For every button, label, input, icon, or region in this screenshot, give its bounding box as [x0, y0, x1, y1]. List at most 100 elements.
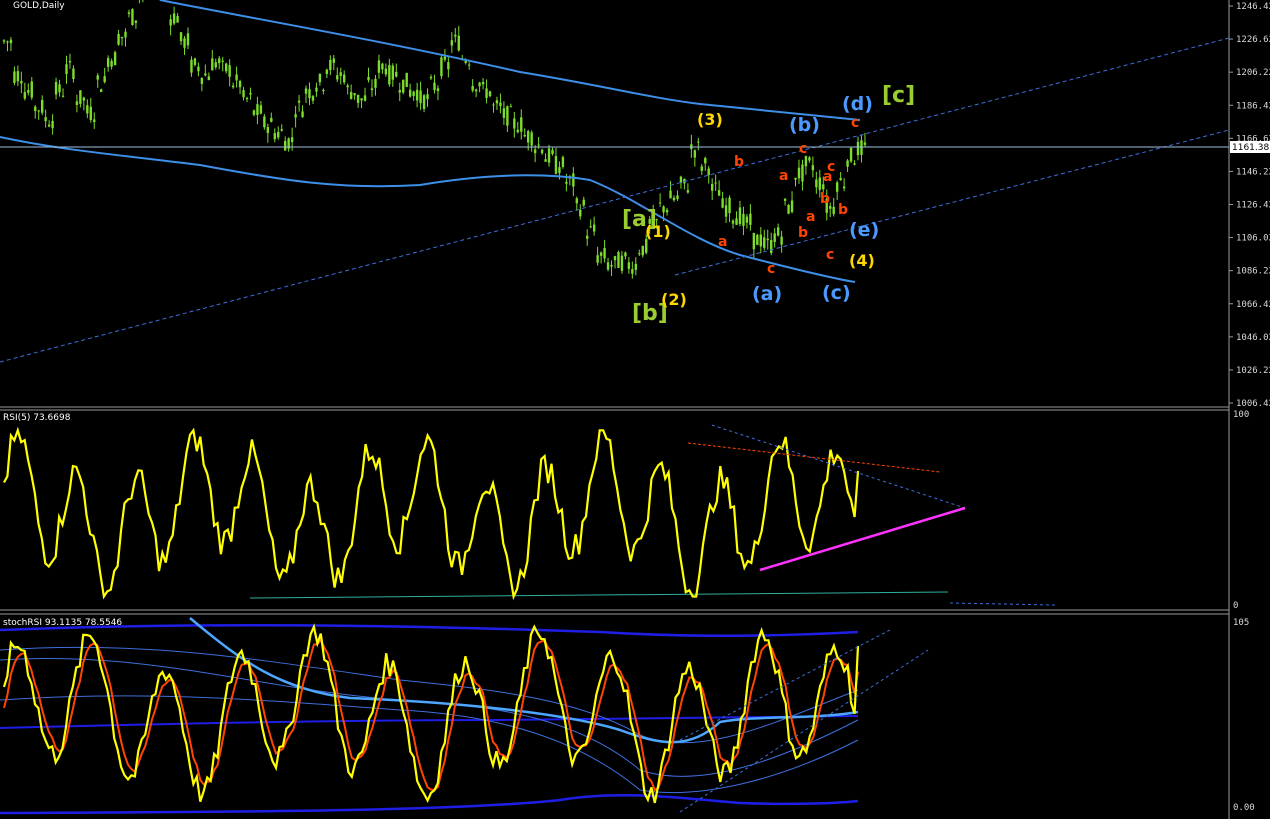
candle-body [27, 90, 30, 93]
candle-body [58, 84, 61, 93]
candle-body [398, 90, 401, 93]
candle-body [86, 105, 89, 114]
candle-body [228, 65, 231, 77]
candle-body [672, 197, 676, 201]
candle-body [197, 66, 200, 72]
elliott-wave-labels: [a][b][c](1)(2)(3)(4)(a)(b)(c)(d)(e)abcc… [622, 83, 915, 326]
candle-body [186, 33, 190, 46]
candle-body [540, 149, 544, 154]
candle-body [294, 114, 297, 118]
candle-body [106, 58, 110, 67]
candle-body [405, 72, 408, 87]
candle-body [450, 40, 454, 46]
candle-body [13, 71, 16, 83]
candle-body [620, 255, 624, 271]
candle-body [290, 137, 294, 143]
candle-body [499, 102, 502, 107]
candle-body [787, 204, 790, 214]
wave-label: c [799, 141, 807, 157]
candle-body [89, 106, 92, 121]
candle-body [308, 89, 311, 99]
candle-body [547, 148, 551, 163]
wave-label: c [851, 115, 859, 131]
price-tick-label: 1046.02 [1236, 333, 1270, 343]
candle-body [65, 64, 68, 75]
candle-body [742, 213, 745, 227]
wave-label: [c] [882, 83, 915, 108]
candle-body [735, 218, 738, 225]
stoch-tick-105: 105 [1233, 618, 1249, 628]
candle-body [23, 92, 27, 99]
candle-body [51, 120, 54, 129]
candle-body [530, 132, 533, 146]
candle-body [127, 12, 131, 14]
candle-body [794, 177, 797, 180]
candle-body [596, 255, 599, 263]
candle-body [606, 262, 610, 270]
rsi-zero-dash [949, 602, 1056, 606]
candle-body [485, 88, 488, 99]
candle-body [110, 60, 113, 67]
candle-body [360, 98, 363, 101]
wave-label: (b) [789, 114, 820, 136]
candle-body [603, 248, 606, 259]
candle-body [6, 41, 9, 43]
candle-body [443, 56, 447, 60]
candle-body [34, 106, 37, 111]
candle-body [731, 220, 735, 224]
candle-body [554, 156, 558, 174]
candle-body [252, 110, 256, 115]
price-tick-label: 1146.22 [1236, 167, 1270, 177]
wave-label: a [718, 234, 727, 250]
candle-body [700, 166, 703, 171]
candle-body [808, 157, 811, 161]
candle-body [415, 89, 419, 101]
candle-body [402, 79, 405, 93]
candle-body [752, 232, 756, 250]
candle-body [433, 82, 436, 91]
candle-body [235, 74, 238, 81]
candle-body [679, 176, 683, 183]
wave-label: c [827, 159, 835, 175]
candle-body [72, 68, 75, 79]
candle-body [134, 20, 138, 23]
candle-body [582, 199, 585, 206]
channel-line-upper [0, 37, 1230, 363]
candle-body [592, 224, 596, 232]
candle-body [818, 177, 822, 190]
candle-body [113, 52, 117, 66]
rsi-panel [3, 424, 1056, 606]
candle-body [749, 213, 752, 225]
candle-body [641, 245, 644, 256]
candle-body [82, 97, 86, 101]
channel-line-lower [674, 129, 1230, 276]
candle-body [54, 82, 58, 95]
candle-body [363, 95, 367, 101]
wave-label: (a) [752, 283, 782, 305]
candle-body [238, 81, 242, 88]
candle-body [776, 227, 780, 236]
candle-body [658, 202, 662, 204]
candle-body [537, 144, 540, 146]
wave-label: (3) [697, 110, 723, 129]
candle-body [613, 256, 617, 261]
candle-body [842, 186, 846, 189]
candle-body [304, 88, 308, 94]
candle-body [266, 127, 270, 134]
candle-body [339, 72, 342, 76]
candle-body [183, 38, 186, 48]
candle-body [801, 164, 804, 182]
band-mid [0, 715, 859, 729]
candle-body [773, 233, 776, 242]
price-axis: 1246.421226.621206.221186.421166.621146.… [1229, 2, 1270, 409]
candle-body [665, 209, 669, 213]
price-tick-label: 1006.42 [1236, 399, 1270, 409]
candle-body [662, 206, 665, 213]
candle-body [759, 234, 762, 247]
candle-body [520, 117, 523, 132]
candle-body [16, 71, 20, 82]
candle-body [860, 140, 863, 155]
candle-body [610, 264, 613, 267]
candle-body [492, 104, 495, 106]
candle-body [513, 118, 516, 129]
